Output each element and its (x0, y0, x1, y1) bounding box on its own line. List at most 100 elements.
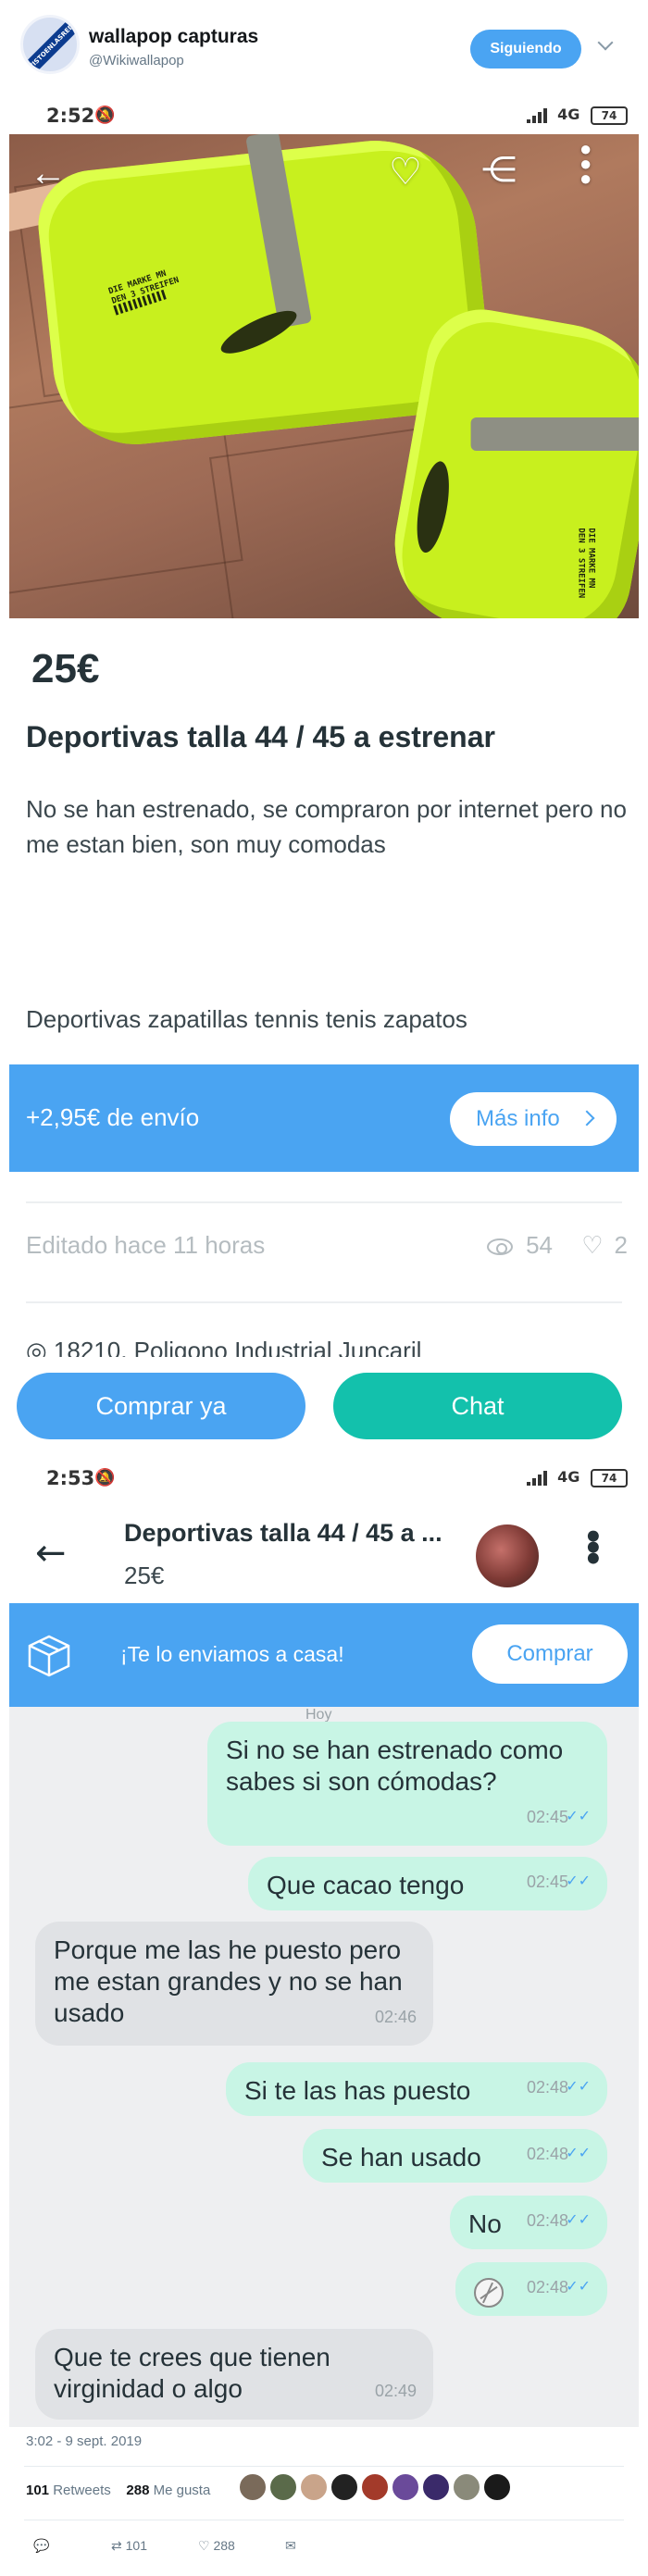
tweet-date[interactable]: 3:02 - 9 sept. 2019 (26, 2433, 142, 2449)
liker-avatar[interactable] (422, 2473, 450, 2501)
avatar-ribbon: VISTOENLASREDES (23, 18, 77, 71)
chat-messages: Hoy Si no se han estrenado como sabes si… (9, 1707, 639, 2427)
back-arrow-icon[interactable]: ← (35, 1532, 67, 1574)
message-bubble-in: Porque me las he puesto pero me estan gr… (35, 1922, 433, 2046)
following-button[interactable]: Siguiendo (470, 30, 581, 68)
message-text: Si te las has puesto (244, 2076, 471, 2105)
more-info-button[interactable]: Más info (450, 1092, 617, 1146)
retweet-action-count: 101 (125, 2538, 147, 2553)
likes-count[interactable]: 288 (126, 2483, 149, 2498)
back-arrow-icon[interactable]: ← (30, 153, 67, 194)
liker-avatar[interactable] (300, 2473, 328, 2501)
message-time: 02:46 (374, 2008, 417, 2026)
message-time: 02:48 (526, 2278, 568, 2296)
message-icon[interactable]: ✉ (285, 2538, 296, 2554)
product-price: 25€ (31, 646, 100, 691)
message-bubble-out: No 02:48 ✓✓ (450, 2196, 607, 2249)
likers-avatars (239, 2473, 514, 2505)
message-bubble-out: 02:48 ✓✓ (455, 2262, 607, 2316)
product-title: Deportivas talla 44 / 45 a estrenar (26, 720, 495, 753)
shoe-vent (411, 458, 455, 555)
double-check-icon: ✓✓ (566, 2212, 591, 2228)
liker-avatar[interactable] (239, 2473, 267, 2501)
favorites-count: 2 (614, 1231, 628, 1259)
message-bubble-out: Que cacao tengo 02:45 ✓✓ (248, 1857, 607, 1910)
more-options-icon[interactable]: • • • (583, 1522, 604, 1575)
retweets-count[interactable]: 101 (26, 2483, 49, 2498)
chat-item-title[interactable]: Deportivas talla 44 / 45 a ... (124, 1519, 442, 1548)
retweet-icon: ⇄ (111, 2538, 122, 2553)
divider (24, 2466, 624, 2467)
chat-header: ← Deportivas talla 44 / 45 a ... 25€ • • • (9, 1497, 639, 1603)
liker-avatar[interactable] (453, 2473, 480, 2501)
liker-avatar[interactable] (392, 2473, 419, 2501)
message-text: Porque me las he puesto pero me estan gr… (54, 1935, 403, 2027)
shipping-promo-banner: ¡Te lo enviamos a casa! Comprar (9, 1603, 639, 1707)
double-check-icon: ✓✓ (566, 2079, 591, 2095)
divider (26, 1201, 622, 1203)
more-options-icon[interactable]: ● ● ● (579, 139, 592, 189)
chat-button[interactable]: Chat (333, 1373, 622, 1439)
like-button[interactable]: ♡ 288 (198, 2538, 235, 2554)
message-bubble-in: Que te crees que tienen virginidad o alg… (35, 2329, 433, 2420)
status-bar: 2:53 🔕 4G 74 (9, 1460, 639, 1497)
chevron-down-icon[interactable] (597, 34, 614, 51)
seller-avatar[interactable] (476, 1524, 539, 1587)
message-bubble-out: Se han usado 02:48 ✓✓ (303, 2129, 607, 2183)
status-bar: 2:52 🔕 4G 74 (9, 97, 639, 134)
tweet-stats: 101 Retweets 288 Me gusta (26, 2483, 210, 2498)
battery-icon: 74 (591, 106, 628, 125)
chat-screenshot: 2:53 🔕 4G 74 ← Deportivas talla 44 / 45 … (9, 1460, 639, 2427)
double-check-icon: ✓✓ (566, 1809, 591, 1824)
message-time: 02:49 (374, 2382, 417, 2400)
signal-icon (526, 1470, 549, 1486)
liker-avatar[interactable] (483, 2473, 511, 2501)
retweets-label[interactable]: Retweets (53, 2483, 111, 2498)
product-photo[interactable]: DIE MARKE MN DEN 3 STREIFEN ▌▌▌▌▌▌▌▌▌▌▌ D… (9, 134, 639, 618)
liker-avatar[interactable] (361, 2473, 389, 2501)
message-time: 02:48 (526, 2078, 568, 2097)
edited-timestamp: Editado hace 11 horas (26, 1231, 266, 1259)
status-indicators: 4G 74 (526, 106, 628, 125)
battery-icon: 74 (591, 1468, 628, 1487)
shoe-strap (470, 417, 639, 451)
shipping-banner: +2,95€ de envío Más info (9, 1064, 639, 1172)
buy-now-button[interactable]: Comprar ya (17, 1373, 305, 1439)
message-time: 02:45 (526, 1873, 568, 1891)
heart-outline-icon: ♡ (198, 2538, 210, 2553)
package-icon (28, 1635, 70, 1677)
tweet-header: VISTOENLASREDES wallapop capturas @Wikiw… (0, 0, 648, 97)
shipping-cost: +2,95€ de envío (26, 1103, 200, 1131)
divider (26, 1301, 622, 1303)
status-time: 2:53 (46, 1467, 95, 1489)
profile-avatar[interactable]: VISTOENLASREDES (20, 15, 80, 74)
message-text: Que cacao tengo (267, 1871, 465, 1899)
double-check-icon: ✓✓ (566, 2279, 591, 2295)
liker-avatar[interactable] (330, 2473, 358, 2501)
like-action-count: 288 (213, 2538, 235, 2553)
likes-label[interactable]: Me gusta (154, 2483, 211, 2498)
message-text: Que te crees que tienen virginidad o alg… (54, 2343, 330, 2403)
shoe-vent (216, 303, 302, 362)
more-info-label: Más info (476, 1106, 560, 1131)
author-name[interactable]: wallapop capturas (89, 26, 258, 48)
share-icon[interactable]: ⋲ (481, 149, 517, 191)
retweet-button[interactable]: ⇄ 101 (111, 2538, 147, 2554)
double-check-icon: ✓✓ (566, 2146, 591, 2161)
buy-button[interactable]: Comprar (472, 1624, 628, 1684)
shoe-print: DIE MARKE MN DEN 3 STREIFEN (576, 528, 596, 599)
reply-icon[interactable]: 💬 (33, 2538, 49, 2554)
chevron-right-icon (579, 1110, 595, 1126)
volleyball-icon (474, 2277, 504, 2308)
message-text: Si no se han estrenado como sabes si son… (226, 1736, 564, 1796)
status-indicators: 4G 74 (526, 1468, 628, 1487)
message-text: Se han usado (321, 2143, 481, 2172)
heart-icon[interactable]: ♡ (389, 151, 422, 193)
author-handle[interactable]: @Wikiwallapop (89, 53, 184, 68)
message-time: 02:48 (526, 2211, 568, 2230)
network-label: 4G (557, 106, 580, 123)
item-stats: 54 ♡ 2 (487, 1231, 628, 1260)
message-time: 02:48 (526, 2145, 568, 2163)
liker-avatar[interactable] (269, 2473, 297, 2501)
views-count: 54 (526, 1231, 553, 1259)
